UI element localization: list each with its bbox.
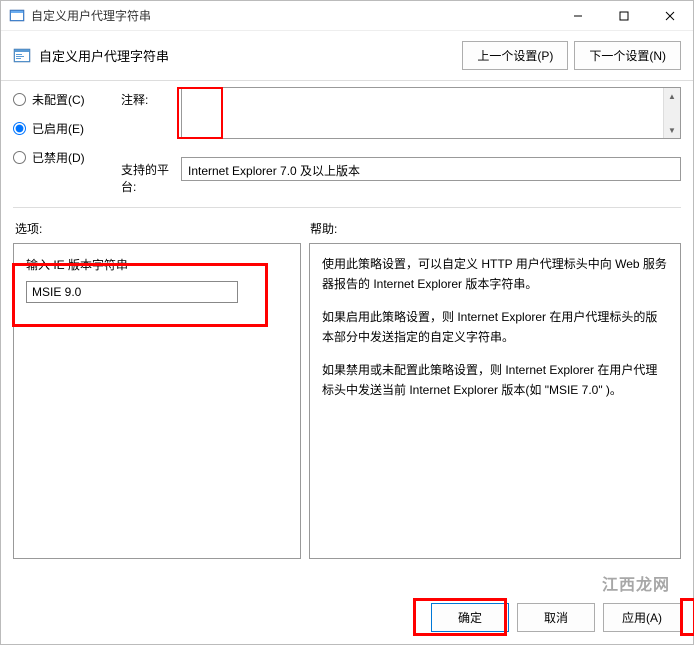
radio-column: 未配置(C) 已启用(E) 已禁用(D) (13, 87, 121, 195)
window-controls (555, 1, 693, 30)
platform-row: 支持的平台: Internet Explorer 7.0 及以上版本 (121, 157, 681, 195)
radio-label: 未配置(C) (32, 91, 85, 108)
minimize-button[interactable] (555, 1, 601, 30)
platform-label: 支持的平台: (121, 157, 181, 195)
radio-enabled-input[interactable] (13, 122, 26, 135)
titlebar: 自定义用户代理字符串 (1, 1, 693, 31)
header-title: 自定义用户代理字符串 (39, 46, 169, 65)
annotation-highlight (680, 598, 694, 636)
maximize-button[interactable] (601, 1, 647, 30)
radio-disabled-input[interactable] (13, 151, 26, 164)
radio-label: 已禁用(D) (32, 149, 85, 166)
apply-button[interactable]: 应用(A) (603, 603, 681, 632)
comment-textarea[interactable]: ▲ ▼ (181, 87, 681, 139)
cancel-button[interactable]: 取消 (517, 603, 595, 632)
platform-value: Internet Explorer 7.0 及以上版本 (181, 157, 681, 181)
comment-label: 注释: (121, 87, 181, 108)
help-paragraph: 使用此策略设置，可以自定义 HTTP 用户代理标头中向 Web 服务器报告的 I… (322, 254, 668, 295)
version-string-input[interactable] (26, 281, 238, 303)
comment-row: 注释: ▲ ▼ (121, 87, 681, 139)
radio-label: 已启用(E) (32, 120, 84, 137)
setting-icon (13, 47, 31, 65)
next-setting-button[interactable]: 下一个设置(N) (574, 41, 681, 70)
config-area: 未配置(C) 已启用(E) 已禁用(D) 注释: ▲ ▼ (1, 81, 693, 199)
radio-enabled[interactable]: 已启用(E) (13, 120, 121, 137)
panels-row: 输入 IE 版本字符串 使用此策略设置，可以自定义 HTTP 用户代理标头中向 … (1, 243, 693, 589)
nav-buttons: 上一个设置(P) 下一个设置(N) (462, 41, 681, 70)
ok-button[interactable]: 确定 (431, 603, 509, 632)
radio-not-configured[interactable]: 未配置(C) (13, 91, 121, 108)
comment-scrollbar[interactable]: ▲ ▼ (663, 88, 680, 138)
window-title: 自定义用户代理字符串 (31, 7, 151, 24)
footer: 确定 取消 应用(A) (1, 589, 693, 644)
comment-value (182, 88, 663, 138)
dialog-window: 自定义用户代理字符串 自定义用户代理字符串 上一个设置(P) (0, 0, 694, 645)
help-label: 帮助: (310, 220, 337, 237)
option-input-label: 输入 IE 版本字符串 (26, 256, 288, 273)
prev-setting-button[interactable]: 上一个设置(P) (462, 41, 568, 70)
options-label: 选项: (15, 220, 310, 237)
options-panel: 输入 IE 版本字符串 (13, 243, 301, 559)
section-labels: 选项: 帮助: (1, 212, 693, 243)
divider (13, 207, 681, 208)
help-panel: 使用此策略设置，可以自定义 HTTP 用户代理标头中向 Web 服务器报告的 I… (309, 243, 681, 559)
radio-not-configured-input[interactable] (13, 93, 26, 106)
help-paragraph: 如果禁用或未配置此策略设置，则 Internet Explorer 在用户代理标… (322, 360, 668, 401)
help-paragraph: 如果启用此策略设置，则 Internet Explorer 在用户代理标头的版本… (322, 307, 668, 348)
radio-disabled[interactable]: 已禁用(D) (13, 149, 121, 166)
app-icon (9, 8, 25, 24)
scroll-down-icon[interactable]: ▼ (664, 122, 680, 138)
header-row: 自定义用户代理字符串 上一个设置(P) 下一个设置(N) (1, 31, 693, 81)
fields-column: 注释: ▲ ▼ 支持的平台: Internet Explorer 7.0 及以上… (121, 87, 681, 195)
scroll-up-icon[interactable]: ▲ (664, 88, 680, 104)
close-button[interactable] (647, 1, 693, 30)
